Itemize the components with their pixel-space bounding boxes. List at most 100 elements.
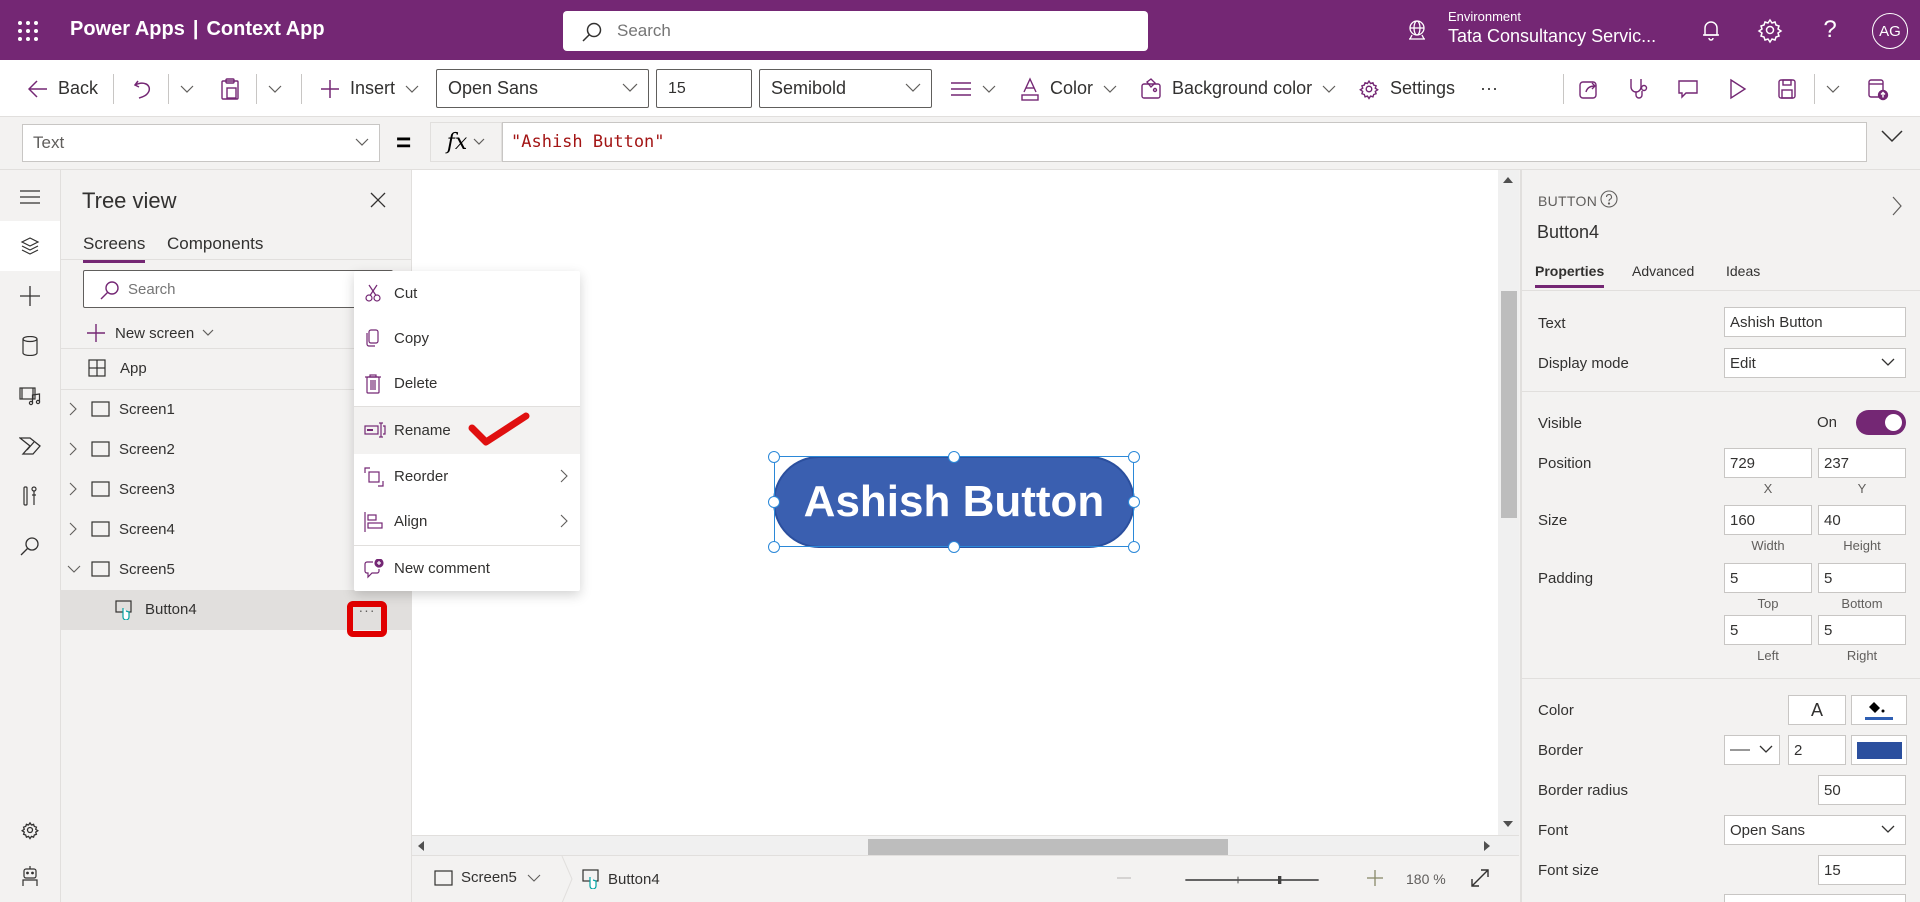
close-icon[interactable]	[370, 192, 386, 208]
formula-input[interactable]: "Ashish Button"	[502, 122, 1867, 162]
save-dropdown-button[interactable]	[1826, 60, 1840, 117]
resize-handle-left[interactable]	[768, 496, 780, 508]
preview-play-button[interactable]	[1729, 60, 1747, 117]
save-button[interactable]	[1777, 60, 1797, 117]
control-name[interactable]: Button4	[1537, 222, 1599, 243]
padding-right-input[interactable]: 5	[1818, 615, 1906, 645]
rail-power-automate[interactable]	[0, 421, 60, 471]
global-search-input[interactable]	[617, 11, 1137, 51]
tab-components[interactable]: Components	[167, 234, 263, 260]
resize-handle-right[interactable]	[1128, 496, 1140, 508]
resize-handle-bottom[interactable]	[948, 541, 960, 553]
chevron-right-icon[interactable]	[69, 482, 77, 496]
visible-toggle[interactable]	[1856, 410, 1906, 435]
rail-advanced-tools[interactable]	[0, 471, 60, 521]
padding-bottom-input[interactable]: 5	[1818, 563, 1906, 593]
tab-ideas[interactable]: Ideas	[1726, 263, 1760, 285]
color-button[interactable]: Color	[1020, 60, 1117, 117]
share-button[interactable]	[1578, 60, 1600, 117]
border-radius-input[interactable]: 50	[1818, 775, 1906, 805]
comments-button[interactable]	[1677, 60, 1699, 117]
environment-name[interactable]: Tata Consultancy Servic...	[1448, 26, 1656, 47]
breadcrumb-screen[interactable]: Screen5	[434, 869, 541, 886]
resize-handle-top-left[interactable]	[768, 451, 780, 463]
notifications-bell-icon[interactable]	[1697, 16, 1725, 44]
font-size-input[interactable]: 15	[656, 69, 752, 108]
undo-button[interactable]	[133, 60, 153, 117]
tree-search-box[interactable]	[83, 270, 393, 308]
app-launcher-icon[interactable]	[16, 19, 40, 43]
insert-button[interactable]: Insert	[320, 60, 419, 117]
publish-button[interactable]	[1866, 60, 1890, 117]
background-color-button[interactable]: Background color	[1140, 60, 1336, 117]
fill-color-picker[interactable]	[1851, 695, 1907, 725]
horizontal-scroll-thumb[interactable]	[868, 839, 1228, 855]
settings-gear-icon[interactable]	[1756, 16, 1784, 44]
new-screen-button[interactable]: New screen	[87, 315, 214, 351]
breadcrumb-control[interactable]: Button4	[582, 869, 660, 889]
rail-media[interactable]	[0, 371, 60, 421]
menu-item-reorder[interactable]: Reorder	[354, 454, 580, 499]
font-dropdown[interactable]: Open Sans	[1724, 815, 1906, 845]
padding-top-input[interactable]: 5	[1724, 563, 1812, 593]
property-dropdown[interactable]: Text	[22, 124, 380, 162]
border-style-dropdown[interactable]	[1724, 735, 1780, 765]
menu-item-rename[interactable]: Rename	[354, 407, 580, 454]
help-question-icon[interactable]: ?	[1816, 16, 1844, 44]
rail-data[interactable]	[0, 321, 60, 371]
zoom-slider[interactable]	[1152, 876, 1352, 884]
font-weight-dropdown[interactable]: Semibold	[759, 69, 932, 108]
chevron-right-icon[interactable]	[1892, 196, 1902, 216]
rail-insert[interactable]	[0, 271, 60, 321]
rail-settings[interactable]	[0, 805, 60, 855]
more-commands-button[interactable]: ···	[1480, 60, 1498, 117]
canvas-button-control[interactable]: Ashish Button	[773, 456, 1135, 548]
chevron-right-icon[interactable]	[69, 522, 77, 536]
horizontal-scrollbar[interactable]	[412, 835, 1519, 855]
rail-tree-view[interactable]	[0, 221, 60, 271]
text-color-picker[interactable]: A	[1788, 695, 1846, 725]
chevron-down-icon[interactable]	[67, 565, 81, 573]
border-width-input[interactable]: 2	[1788, 735, 1846, 765]
rail-search[interactable]	[0, 521, 60, 571]
text-property-input[interactable]: Ashish Button	[1724, 307, 1906, 337]
rail-virtual-agent[interactable]	[0, 851, 60, 901]
position-x-input[interactable]: 729	[1724, 448, 1812, 478]
help-circle-icon[interactable]	[1600, 190, 1618, 208]
menu-item-align[interactable]: Align	[354, 499, 580, 544]
width-input[interactable]: 160	[1724, 505, 1812, 535]
resize-handle-bottom-right[interactable]	[1128, 541, 1140, 553]
chevron-right-icon[interactable]	[69, 442, 77, 456]
back-button[interactable]: Back	[28, 60, 98, 117]
font-family-dropdown[interactable]: Open Sans	[436, 69, 649, 108]
menu-item-cut[interactable]: Cut	[354, 271, 580, 316]
menu-item-copy[interactable]: Copy	[354, 316, 580, 361]
app-checker-button[interactable]	[1628, 60, 1650, 117]
vertical-scrollbar[interactable]	[1498, 170, 1519, 835]
tab-properties[interactable]: Properties	[1535, 263, 1605, 288]
settings-button[interactable]: Settings	[1358, 60, 1455, 117]
environment-globe-icon[interactable]	[1406, 19, 1428, 41]
function-button[interactable]: fx	[430, 122, 502, 162]
position-y-input[interactable]: 237	[1818, 448, 1906, 478]
paste-dropdown-button[interactable]	[268, 60, 282, 117]
tree-search-input[interactable]	[128, 271, 378, 307]
display-mode-dropdown[interactable]: Edit	[1724, 348, 1906, 378]
paste-button[interactable]	[220, 60, 240, 117]
global-search-box[interactable]	[563, 11, 1148, 51]
resize-handle-bottom-left[interactable]	[768, 541, 780, 553]
height-input[interactable]: 40	[1818, 505, 1906, 535]
padding-left-input[interactable]: 5	[1724, 615, 1812, 645]
undo-dropdown-button[interactable]	[180, 60, 194, 117]
next-property-input[interactable]	[1724, 894, 1906, 902]
resize-handle-top[interactable]	[948, 451, 960, 463]
border-color-picker[interactable]	[1851, 735, 1907, 765]
more-options-button[interactable]: ···	[347, 601, 387, 637]
text-align-button[interactable]	[950, 60, 996, 117]
chevron-right-icon[interactable]	[69, 402, 77, 416]
expand-formula-bar-icon[interactable]	[1880, 129, 1904, 143]
resize-handle-top-right[interactable]	[1128, 451, 1140, 463]
vertical-scroll-thumb[interactable]	[1501, 291, 1517, 518]
font-size-input[interactable]: 15	[1818, 855, 1906, 885]
user-avatar[interactable]: AG	[1872, 13, 1908, 49]
